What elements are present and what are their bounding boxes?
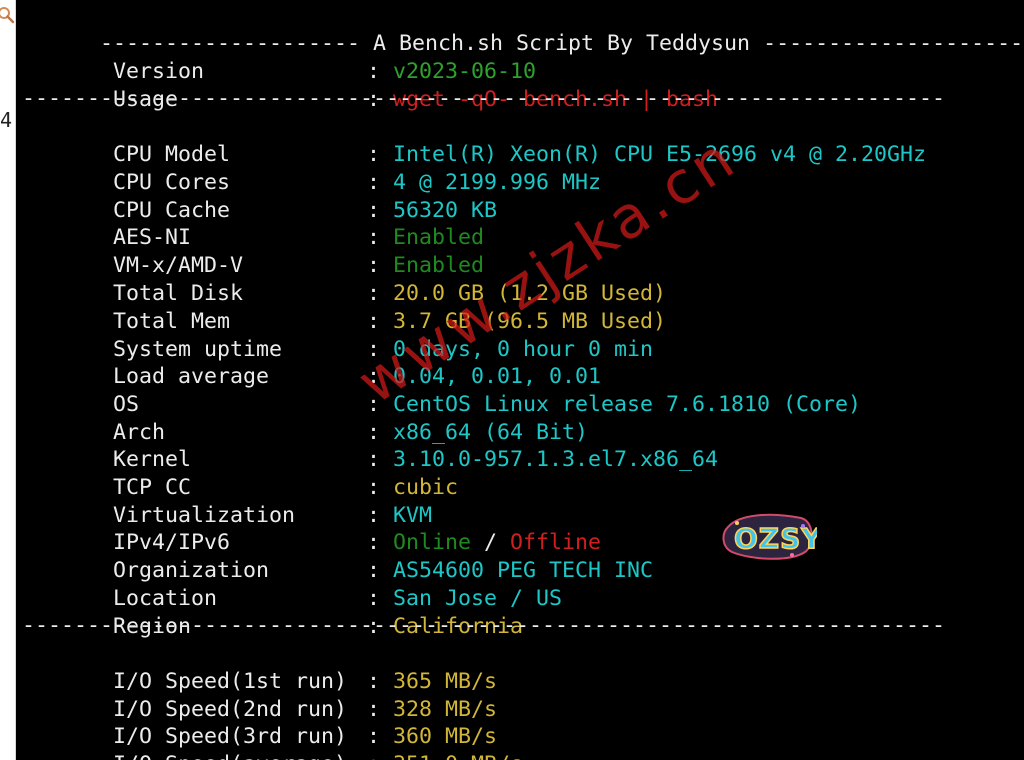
ip-row: IPv4/IPv6: Online / Offline [22,501,601,555]
arch-row: Arch: x86_64 (64 Bit) [22,391,588,445]
cpu-model-row: CPU Model: Intel(R) Xeon(R) CPU E5-2696 v… [22,113,926,167]
location-row: Location: San Jose / US [22,557,562,611]
search-icon[interactable] [0,6,15,24]
aes-ni-row: AES-NI: Enabled [22,196,484,250]
header-line: -------------------- A Bench.sh Script B… [22,2,1023,56]
left-strip-text: 4 [0,108,13,132]
version-row: Version: v2023-06-10 [22,30,536,84]
kernel-row: Kernel:3.10.0-957.1.3.el7.x86_64 [22,418,718,472]
io-speed-average-colon: : [367,751,393,760]
total-disk-row: Total Disk:20.0 GB (1.2 GB Used) [22,252,666,306]
tcp-cc-row: TCP CC: cubic [22,446,458,500]
io-speed-average-value: 351.0 MB/s [393,752,523,760]
ozsv-logo: OZSY [722,513,817,560]
organization-row: Organization: AS54600 PEG TECH INC [22,529,653,583]
io-speed-average-label: I/O Speed(average) [100,751,367,760]
usage-row: Usage: wget -qO- bench.sh | bash [22,58,718,112]
os-row: OS: CentOS Linux release 7.6.1810 (Core) [22,363,861,417]
vm-row: VM-x/AMD-V: Enabled [22,224,484,278]
screenshot-page: 4 -------------------- A Bench.sh Script… [0,0,1024,760]
io-speed-2-row: I/O Speed(2nd run):328 MB/s [22,668,497,722]
cpu-cache-row: CPU Cache:56320 KB [22,169,497,223]
virtualization-row: Virtualization: KVM [22,474,432,528]
total-mem-row: Total Mem:3.7 GB (96.5 MB Used) [22,280,666,334]
io-speed-3-row: I/O Speed(3rd run):360 MB/s [22,695,497,749]
load-row: Load average:0.04, 0.01, 0.01 [22,335,601,389]
region-row: Region: California [22,585,523,639]
separator-line-2: ----------------------------------------… [22,613,946,638]
uptime-row: System uptime:0 days, 0 hour 0 min [22,308,653,362]
terminal-window[interactable]: -------------------- A Bench.sh Script B… [16,0,1024,760]
io-speed-average-row: I/O Speed(average):351.0 MB/s [22,723,523,760]
cpu-cores-row: CPU Cores:4 @ 2199.996 MHz [22,141,601,195]
header-right-dashes: -------------------- [763,31,1024,56]
left-window-strip: 4 [0,0,16,760]
io-speed-1-row: I/O Speed(1st run):365 MB/s [22,640,497,694]
separator-line-1: ----------------------------------------… [22,86,946,111]
